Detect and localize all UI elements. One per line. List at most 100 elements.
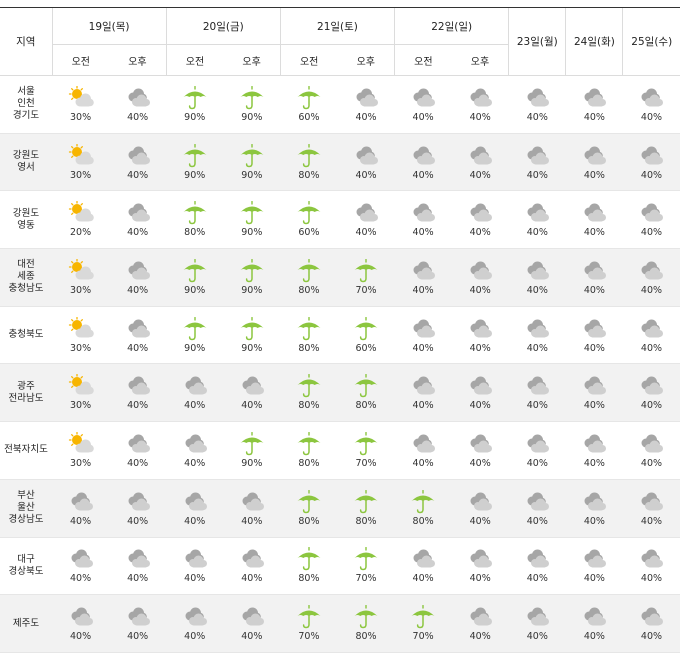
forecast-cell: 40% [622,75,680,134]
precip-percent: 90% [241,227,263,239]
cloudy-icon [580,547,608,571]
forecast-cell: 70% [337,537,395,596]
precip-percent: 40% [127,573,149,585]
region-name: 대구 [17,553,35,565]
sun-cloud-icon [67,258,95,283]
precip-percent: 40% [469,515,491,527]
forecast-cell: 60% [337,306,395,365]
region-cell: 대구 경상북도 [0,537,52,596]
region-name: 경기도 [12,110,40,122]
forecast-cell: 90% [223,306,281,365]
cloudy-icon [637,144,665,168]
cloudy-icon [409,86,437,110]
cloudy-icon [637,201,665,225]
precip-percent: 40% [640,284,663,296]
forecast-cell: 40% [109,75,167,134]
precip-percent: 40% [69,515,92,527]
cloudy-icon [523,432,551,456]
forecast-cell: 40% [508,594,566,653]
region-name: 부산 [17,490,35,502]
forecast-cell: 40% [109,421,167,480]
cloudy-icon [523,259,551,283]
precip-percent: 40% [412,457,434,469]
precip-percent: 40% [127,631,149,643]
forecast-cell: 30% [52,421,110,480]
forecast-cell: 40% [565,479,623,538]
precip-percent: 40% [583,284,605,296]
precip-percent: 40% [640,111,663,123]
precip-percent: 40% [184,457,206,469]
forecast-cell: 40% [52,537,110,596]
precip-percent: 80% [298,457,320,469]
forecast-cell: 40% [622,133,680,192]
cloudy-icon [637,605,665,629]
precip-percent: 40% [583,342,605,354]
cloudy-icon [466,432,494,456]
forecast-cell: 40% [451,363,509,423]
cloudy-icon [523,201,551,225]
umbrella-rain-icon [409,605,437,629]
precip-percent: 40% [127,284,149,296]
precip-percent: 40% [469,631,491,643]
forecast-cell: 40% [451,594,509,653]
cloudy-icon [637,490,665,514]
precip-percent: 40% [526,227,548,239]
precip-percent: 40% [526,284,548,296]
forecast-cell: 40% [508,537,566,596]
forecast-cell: 40% [565,133,623,192]
forecast-cell: 30% [52,306,110,365]
forecast-cell: 40% [622,594,680,653]
cloudy-icon [523,144,551,168]
region-name: 광주 [17,380,35,392]
cloudy-icon [523,605,551,629]
forecast-cell: 40% [622,248,680,307]
cloudy-icon [124,547,152,571]
umbrella-rain-icon [295,374,323,398]
umbrella-rain-icon [295,143,323,168]
precip-percent: 80% [355,400,377,412]
cloudy-icon [580,144,608,168]
am-header: 오전 [279,44,338,76]
forecast-cell: 40% [166,537,224,596]
umbrella-rain-icon [352,374,380,398]
forecast-cell: 40% [622,537,680,596]
forecast-cell: 40% [394,190,452,250]
precip-percent: 40% [412,400,434,412]
day-header: 23일(월) [508,8,566,76]
precip-percent: 40% [640,342,663,354]
precip-percent: 40% [355,227,377,239]
precip-percent: 40% [640,169,663,181]
precip-percent: 40% [241,400,263,412]
table-row: 광주 전라남도 30% 40% 40% 40% 80% 80% 40% 40% 40% 40% 40% [0,363,680,423]
region-cell: 광주 전라남도 [0,363,52,423]
cloudy-icon [580,374,608,398]
precip-percent: 40% [412,227,434,239]
region-cell: 서울 인천 경기도 [0,75,52,134]
forecast-cell: 70% [337,248,395,307]
umbrella-rain-icon [238,143,266,168]
forecast-cell: 90% [223,248,281,307]
region-name: 영서 [17,162,35,174]
precip-percent: 40% [127,227,149,239]
precip-percent: 40% [241,631,263,643]
precip-percent: 80% [298,573,320,585]
cloudy-icon [124,201,152,225]
umbrella-rain-icon [409,489,437,514]
cloudy-icon [466,201,494,225]
precip-percent: 70% [298,631,320,643]
forecast-cell: 40% [565,594,623,653]
cloudy-icon [466,259,494,283]
precip-percent: 30% [69,169,92,181]
precip-percent: 40% [355,169,377,181]
forecast-cell: 90% [166,248,224,307]
cloudy-icon [637,317,665,341]
forecast-cell: 80% [337,479,395,538]
precip-percent: 60% [298,227,320,239]
cloudy-icon [409,317,437,341]
forecast-cell: 40% [451,75,509,134]
precip-percent: 40% [469,400,491,412]
region-cell: 대전 세종 충청남도 [0,248,52,307]
precip-percent: 80% [412,515,434,527]
table-row: 충청북도 30% 40% 90% 90% 80% 60% 40% 40% 40% 40% 40% [0,306,680,365]
forecast-cell: 40% [109,479,167,538]
